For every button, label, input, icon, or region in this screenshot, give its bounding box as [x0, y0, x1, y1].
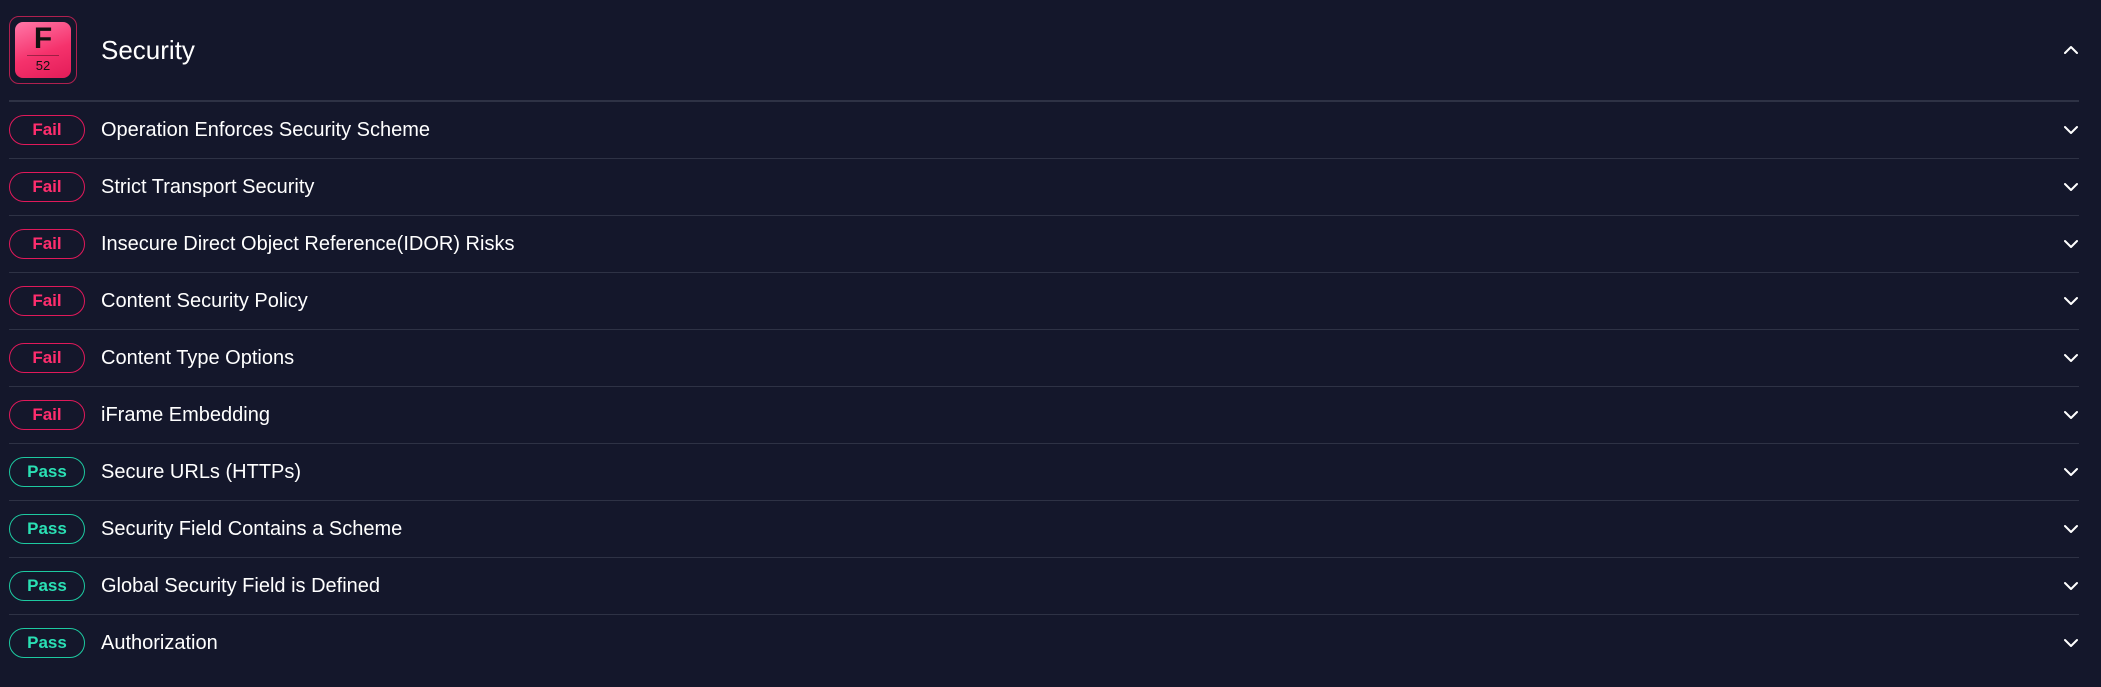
fail-status-badge: Fail — [9, 343, 85, 373]
chevron-down-icon[interactable] — [2063, 236, 2079, 252]
check-label: iFrame Embedding — [101, 403, 270, 426]
check-label: Secure URLs (HTTPs) — [101, 460, 302, 483]
check-label: Content Security Policy — [101, 289, 308, 312]
pass-status-badge: Pass — [9, 571, 85, 601]
check-row[interactable]: Pass Authorization — [9, 615, 2079, 671]
check-label: Insecure Direct Object Reference(IDOR) R… — [101, 232, 515, 255]
chevron-up-icon[interactable] — [2063, 42, 2079, 58]
security-panel: F 52 Security Fail Operation Enforces Sec… — [9, 0, 2079, 671]
section-header[interactable]: F 52 Security — [9, 0, 2079, 102]
fail-status-badge: Fail — [9, 400, 85, 430]
check-row[interactable]: Fail Strict Transport Security — [9, 159, 2079, 216]
fail-status-badge: Fail — [9, 172, 85, 202]
check-label: Operation Enforces Security Scheme — [101, 118, 431, 141]
grade-tile: F 52 — [15, 22, 71, 78]
check-label: Strict Transport Security — [101, 175, 315, 198]
fail-status-badge: Fail — [9, 229, 85, 259]
grade-divider — [27, 55, 59, 56]
chevron-down-icon[interactable] — [2063, 521, 2079, 537]
section-title: Security — [101, 34, 195, 65]
grade-letter: F — [33, 22, 53, 55]
chevron-down-icon[interactable] — [2063, 635, 2079, 651]
check-label: Authorization — [101, 631, 218, 654]
grade-score: 52 — [35, 58, 51, 73]
chevron-down-icon[interactable] — [2063, 350, 2079, 366]
chevron-down-icon[interactable] — [2063, 179, 2079, 195]
pass-status-badge: Pass — [9, 457, 85, 487]
chevron-down-icon[interactable] — [2063, 407, 2079, 423]
check-list: Fail Operation Enforces Security Scheme Fa… — [9, 102, 2079, 671]
check-row[interactable]: Pass Secure URLs (HTTPs) — [9, 444, 2079, 501]
check-row[interactable]: Fail Content Type Options — [9, 330, 2079, 387]
pass-status-badge: Pass — [9, 514, 85, 544]
check-label: Security Field Contains a Scheme — [101, 517, 403, 540]
check-row[interactable]: Fail iFrame Embedding — [9, 387, 2079, 444]
check-row[interactable]: Pass Global Security Field is Defined — [9, 558, 2079, 615]
check-row[interactable]: Fail Operation Enforces Security Scheme — [9, 102, 2079, 159]
chevron-down-icon[interactable] — [2063, 578, 2079, 594]
fail-status-badge: Fail — [9, 115, 85, 145]
fail-status-badge: Fail — [9, 286, 85, 316]
pass-status-badge: Pass — [9, 628, 85, 658]
chevron-down-icon[interactable] — [2063, 122, 2079, 138]
check-row[interactable]: Fail Insecure Direct Object Reference(IDO… — [9, 216, 2079, 273]
check-row[interactable]: Fail Content Security Policy — [9, 273, 2079, 330]
check-label: Content Type Options — [101, 346, 295, 369]
grade-badge: F 52 — [9, 16, 77, 84]
chevron-down-icon[interactable] — [2063, 464, 2079, 480]
check-label: Global Security Field is Defined — [101, 574, 381, 597]
chevron-down-icon[interactable] — [2063, 293, 2079, 309]
check-row[interactable]: Pass Security Field Contains a Scheme — [9, 501, 2079, 558]
